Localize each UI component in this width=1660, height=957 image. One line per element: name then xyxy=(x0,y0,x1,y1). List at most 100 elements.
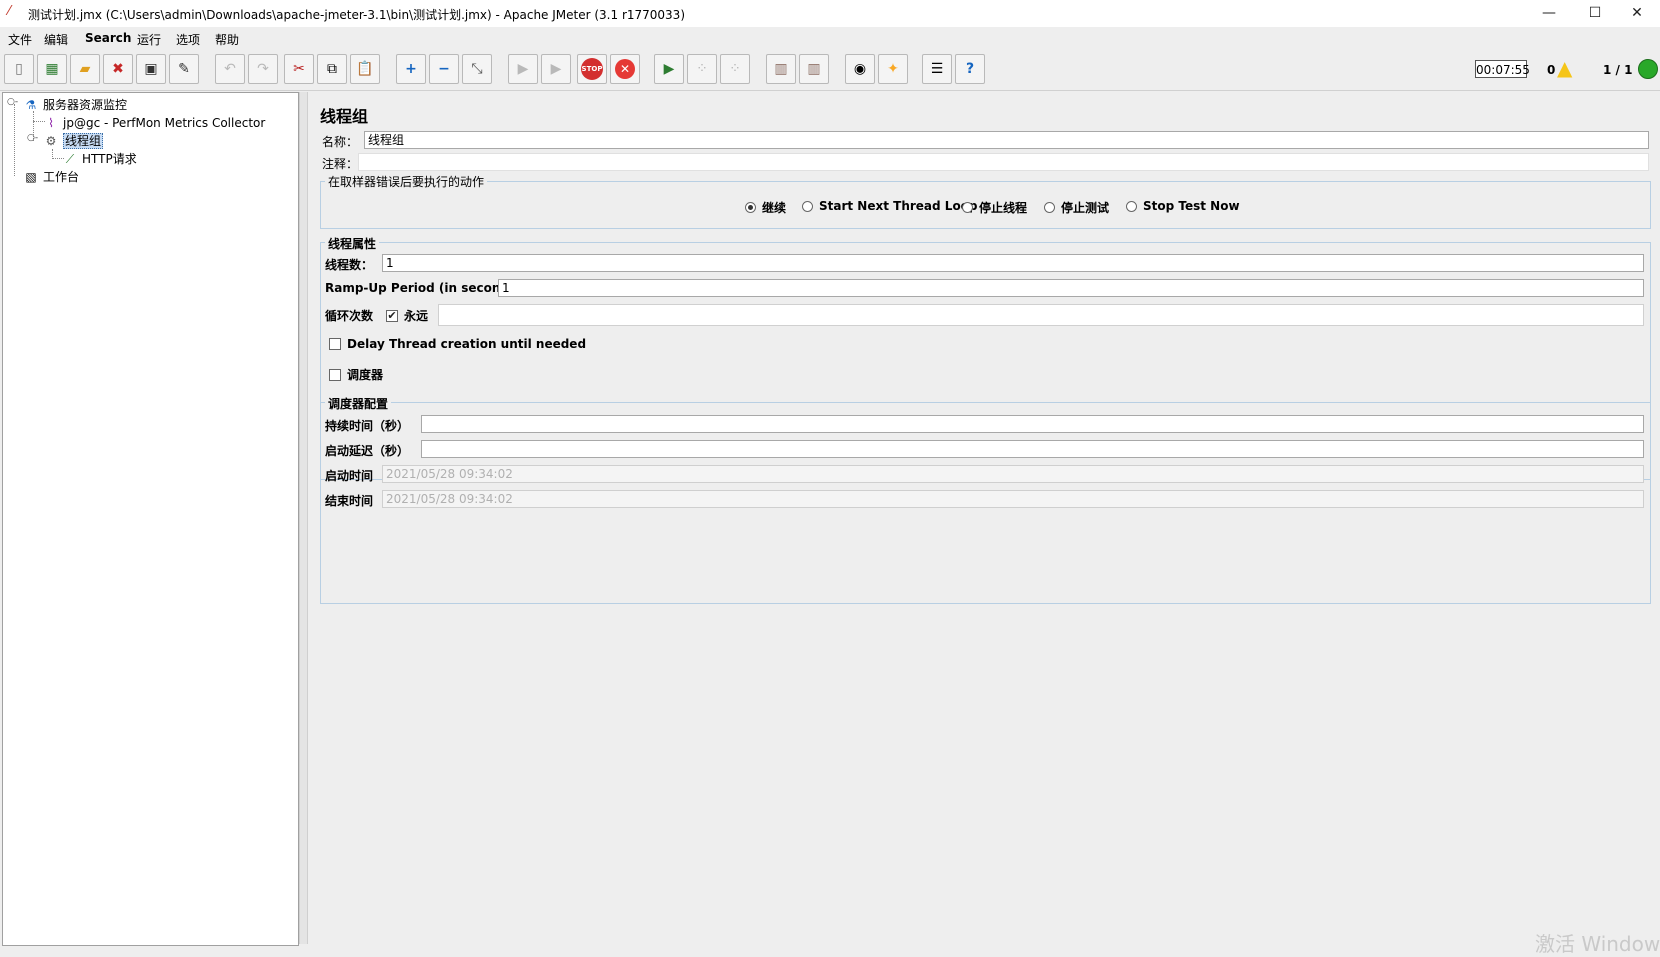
chart-icon: ⌇ xyxy=(48,116,54,130)
jmeter-feather-icon: ⁄ xyxy=(8,4,11,19)
end-time-input[interactable]: 2021/05/28 09:34:02 xyxy=(382,490,1644,508)
radio-dot xyxy=(1044,202,1055,213)
start-time-input[interactable]: 2021/05/28 09:34:02 xyxy=(382,465,1644,483)
maximize-button[interactable]: ☐ xyxy=(1572,0,1618,27)
menu-options[interactable]: 选项 xyxy=(176,31,200,48)
close-button[interactable]: ✕ xyxy=(1614,0,1660,27)
function-helper-icon[interactable]: ☰ xyxy=(922,54,952,84)
error-count: 0 xyxy=(1547,63,1556,77)
radio-dot xyxy=(802,200,813,212)
tree-node-workbench[interactable]: ▧ 工作台 xyxy=(23,168,79,186)
rampup-input[interactable]: 1 xyxy=(498,279,1644,297)
radio-stop-test-now[interactable]: Stop Test Now xyxy=(1126,199,1240,213)
cut-icon[interactable]: ✂ xyxy=(284,54,314,84)
comment-field[interactable] xyxy=(358,153,1649,171)
name-field[interactable]: 线程组 xyxy=(364,131,1649,149)
duration-label: 持续时间（秒） xyxy=(325,419,410,433)
startup-delay-input[interactable] xyxy=(421,440,1644,458)
menu-file[interactable]: 文件 xyxy=(8,31,32,48)
checkbox-box: ✔ xyxy=(386,308,398,322)
comment-label: 注释： xyxy=(322,157,359,171)
loop-count-label: 循环次数 xyxy=(325,309,374,323)
radio-stop-test[interactable]: 停止测试 xyxy=(1044,199,1109,216)
stop-icon[interactable]: STOP xyxy=(577,54,607,84)
toolbar: ▯ ▦ ▰ ✖ ▣ ✎ ↶ ↷ ✂ ⧉ 📋 + − ⤡ ▶ ▶ STOP ✕ ▶… xyxy=(0,50,1660,91)
copy-icon[interactable]: ⧉ xyxy=(317,54,347,84)
threads-input[interactable]: 1 xyxy=(382,254,1644,272)
radio-start-next-loop[interactable]: Start Next Thread Loop xyxy=(802,199,978,213)
collapse-all-icon[interactable]: − xyxy=(429,54,459,84)
pipette-icon: ⟋ xyxy=(65,152,75,166)
clear-all-icon[interactable]: ▥ xyxy=(799,54,829,84)
shutdown-icon[interactable]: ✕ xyxy=(610,54,640,84)
undo-icon[interactable]: ↶ xyxy=(215,54,245,84)
startup-delay-label: 启动延迟（秒） xyxy=(325,444,410,458)
templates-icon[interactable]: ▦ xyxy=(37,54,67,84)
tree-node-root[interactable]: ⚗ 服务器资源监控 xyxy=(23,96,127,114)
radio-dot xyxy=(745,202,756,213)
scheduler-checkbox[interactable]: 调度器 xyxy=(329,366,383,383)
expand-all-icon[interactable]: + xyxy=(396,54,426,84)
remote-start-icon[interactable]: ▶ xyxy=(654,54,684,84)
radio-dot xyxy=(962,202,973,213)
warning-icon[interactable]: ▲ xyxy=(1557,58,1572,78)
redo-icon[interactable]: ↷ xyxy=(248,54,278,84)
tree-node-http-request[interactable]: ⟋ HTTP请求 xyxy=(62,150,137,168)
close-file-icon[interactable]: ✖ xyxy=(103,54,133,84)
new-icon[interactable]: ▯ xyxy=(4,54,34,84)
start-time-label: 启动时间 xyxy=(325,469,374,483)
sampler-error-action-title: 在取样器错误后要执行的动作 xyxy=(325,173,488,190)
delay-thread-checkbox[interactable]: Delay Thread creation until needed xyxy=(329,337,586,351)
scheduler-config-title: 调度器配置 xyxy=(325,395,392,412)
radio-continue[interactable]: 继续 xyxy=(745,199,786,216)
radio-stop-thread[interactable]: 停止线程 xyxy=(962,199,1027,216)
search-icon[interactable]: ◉ xyxy=(845,54,875,84)
tree-node-perfmon[interactable]: ⌇ jp@gc - PerfMon Metrics Collector xyxy=(43,114,265,132)
radio-dot xyxy=(1126,200,1137,212)
help-icon[interactable]: ? xyxy=(955,54,985,84)
save-icon[interactable]: ▣ xyxy=(136,54,166,84)
forever-checkbox[interactable]: ✔ 永远 xyxy=(386,307,428,324)
rampup-label: Ramp-Up Period (in seconds): xyxy=(325,281,527,295)
minimize-button[interactable]: — xyxy=(1526,0,1572,27)
tree-node-thread-group[interactable]: ⚙ 线程组 xyxy=(43,132,104,150)
expand-toggle-icon[interactable]: ○- xyxy=(27,133,38,143)
window-title: 测试计划.jmx (C:\Users\admin\Downloads\apach… xyxy=(28,8,686,22)
status-light-icon xyxy=(1638,59,1658,79)
thread-properties-title: 线程属性 xyxy=(325,235,380,252)
active-threads: 1 / 1 xyxy=(1603,63,1633,77)
save-as-icon[interactable]: ✎ xyxy=(169,54,199,84)
menu-edit[interactable]: 编辑 xyxy=(44,31,68,48)
loop-count-input[interactable] xyxy=(438,304,1644,326)
split-pane-divider[interactable] xyxy=(299,92,308,944)
start-icon[interactable]: ▶ xyxy=(508,54,538,84)
toggle-icon[interactable]: ⤡ xyxy=(462,54,492,84)
checkbox-box xyxy=(329,368,341,381)
elapsed-timer: 00:07:55 xyxy=(1475,60,1530,78)
test-plan-tree: ○- ⚗ 服务器资源监控 ⌇ jp@gc - PerfMon Metrics Col… xyxy=(2,92,299,946)
checkbox-box xyxy=(329,338,341,350)
panel-title: 线程组 xyxy=(320,107,369,126)
menu-help[interactable]: 帮助 xyxy=(215,31,239,48)
open-icon[interactable]: ▰ xyxy=(70,54,100,84)
tree-line xyxy=(14,104,15,176)
start-no-pause-icon[interactable]: ▶ xyxy=(541,54,571,84)
title-bar: ⁄ 测试计划.jmx (C:\Users\admin\Downloads\apa… xyxy=(0,0,1660,27)
thread-group-panel: 线程组 名称： 线程组 注释： 在取样器错误后要执行的动作 继续 Start N… xyxy=(308,92,1658,944)
gear-icon: ⚙ xyxy=(45,134,57,148)
menu-search[interactable]: Search xyxy=(85,31,131,45)
duration-input[interactable] xyxy=(421,415,1644,433)
reset-search-icon[interactable]: ✦ xyxy=(878,54,908,84)
remote-stop-icon[interactable]: ⁘ xyxy=(687,54,717,84)
remote-shutdown-icon[interactable]: ⁘ xyxy=(720,54,750,84)
menu-run[interactable]: 运行 xyxy=(137,31,161,48)
name-label: 名称： xyxy=(322,135,359,149)
threads-label: 线程数： xyxy=(325,258,374,272)
paste-icon[interactable]: 📋 xyxy=(350,54,380,84)
test-plan-icon: ⚗ xyxy=(25,98,37,112)
clear-icon[interactable]: ▥ xyxy=(766,54,796,84)
menu-bar: 文件 编辑 Search 运行 选项 帮助 xyxy=(0,28,1660,48)
end-time-label: 结束时间 xyxy=(325,494,374,508)
workbench-icon: ▧ xyxy=(25,170,37,184)
expand-toggle-icon[interactable]: ○- xyxy=(7,97,18,107)
